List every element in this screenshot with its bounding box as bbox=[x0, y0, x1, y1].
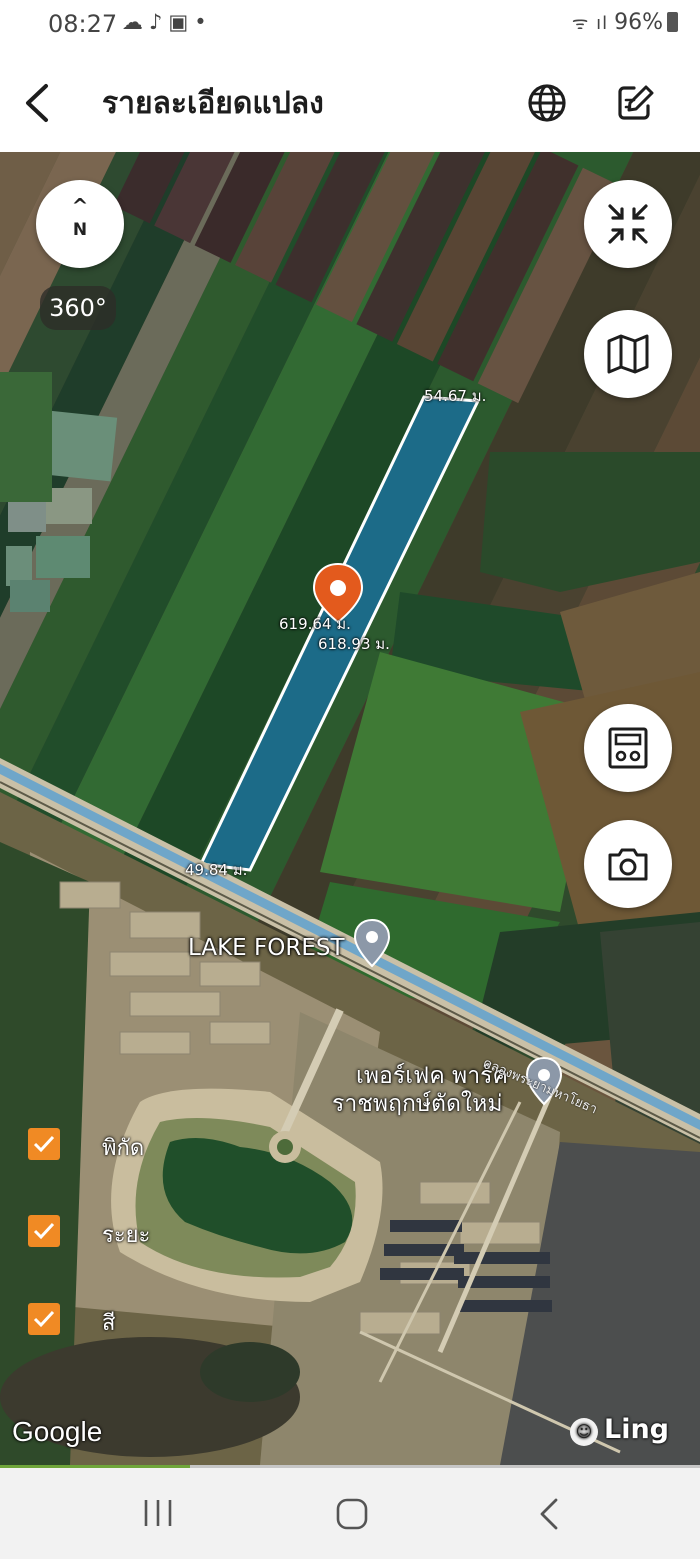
layer-label-distance: ระยะ bbox=[102, 1223, 151, 1248]
wifi-signal-icon: ᯤ ıl bbox=[571, 13, 609, 34]
cloud-icon: ☁ bbox=[122, 10, 149, 34]
distance-right-label: 618.93 ม. bbox=[318, 635, 390, 653]
distance-bottom-label: 49.84 ม. bbox=[185, 861, 248, 879]
compass-arrow-icon: ^ bbox=[71, 194, 89, 218]
layer-label-color: สี bbox=[102, 1311, 116, 1336]
dot-icon: • bbox=[194, 10, 213, 34]
checkbox-checked-icon[interactable] bbox=[28, 1303, 60, 1335]
place-label-perfect-park-line2[interactable]: ราชพฤกษ์ตัดใหม่ bbox=[332, 1086, 502, 1122]
page-title: รายละเอียดแปลง bbox=[102, 86, 324, 121]
status-time: 08:27 bbox=[48, 10, 118, 38]
system-nav-bar bbox=[0, 1465, 700, 1559]
checkbox-checked-icon[interactable] bbox=[28, 1215, 60, 1247]
compass-north-label: N bbox=[72, 220, 88, 240]
device-icon bbox=[608, 727, 648, 769]
map-icon bbox=[607, 334, 649, 374]
nav-accent-line bbox=[0, 1465, 190, 1468]
edit-icon bbox=[618, 85, 654, 120]
edit-button[interactable] bbox=[612, 80, 658, 126]
monkey-icon: ☺ bbox=[570, 1418, 598, 1446]
layer-label-coordinates: พิกัด bbox=[102, 1136, 145, 1161]
home-button[interactable] bbox=[334, 1496, 370, 1532]
place-label-lake-forest[interactable]: LAKE FOREST bbox=[188, 935, 345, 961]
status-bar: 08:27 ☁♪▣• ᯤ ıl 96% bbox=[0, 0, 700, 54]
ling-logo: ☺ Ling bbox=[570, 1414, 669, 1446]
recents-button[interactable] bbox=[140, 1498, 176, 1528]
nav-back-button[interactable] bbox=[536, 1496, 564, 1532]
back-arrow-icon bbox=[26, 84, 48, 122]
home-icon bbox=[336, 1498, 368, 1530]
google-logo: Google bbox=[12, 1416, 103, 1447]
checkbox-checked-icon[interactable] bbox=[28, 1128, 60, 1160]
seven-eleven-icon: ▣ bbox=[168, 10, 195, 34]
camera-icon bbox=[608, 848, 648, 881]
status-notification-icons: ☁♪▣• bbox=[122, 10, 213, 34]
battery-percent: 96% bbox=[614, 10, 663, 35]
map-type-button[interactable] bbox=[584, 310, 672, 398]
satellite-map[interactable]: 54.67 ม. 619.64 ม. 618.93 ม. 49.84 ม. LA… bbox=[0, 152, 700, 1465]
status-right: ᯤ ıl 96% bbox=[572, 10, 678, 35]
save-plot-button[interactable] bbox=[584, 704, 672, 792]
recents-icon bbox=[144, 1500, 172, 1526]
globe-icon bbox=[528, 84, 566, 122]
back-button[interactable] bbox=[18, 78, 62, 128]
distance-top-label: 54.67 ม. bbox=[424, 387, 487, 405]
collapse-arrows-icon bbox=[608, 204, 648, 244]
back-icon bbox=[540, 1498, 558, 1530]
globe-button[interactable] bbox=[524, 80, 570, 126]
compass-button[interactable]: ^ N bbox=[36, 180, 124, 268]
camera-button[interactable] bbox=[584, 820, 672, 908]
battery-icon bbox=[667, 12, 678, 32]
rotation-label: 360° bbox=[40, 286, 116, 330]
app-header: รายละเอียดแปลง bbox=[0, 54, 700, 152]
ling-logo-text: Ling bbox=[604, 1414, 670, 1445]
tiktok-icon: ♪ bbox=[149, 10, 169, 34]
collapse-button[interactable] bbox=[584, 180, 672, 268]
